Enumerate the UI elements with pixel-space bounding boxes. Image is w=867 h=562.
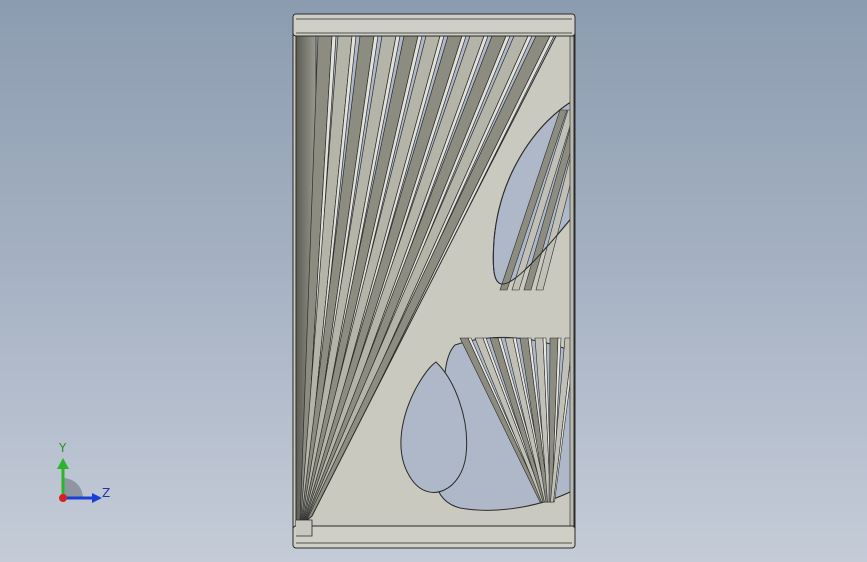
y-axis-arrow bbox=[57, 458, 69, 469]
z-axis-arrow bbox=[92, 493, 102, 503]
3d-model-view[interactable] bbox=[0, 0, 867, 562]
z-axis-label: Z bbox=[102, 486, 111, 500]
x-axis-dot bbox=[59, 494, 67, 502]
bottom-rail bbox=[292, 525, 576, 549]
right-side-bar bbox=[569, 36, 574, 526]
y-axis-label: Y bbox=[59, 441, 67, 455]
triad-quarter-disc bbox=[63, 478, 83, 498]
graphics-viewport[interactable]: Y Z bbox=[0, 0, 867, 562]
